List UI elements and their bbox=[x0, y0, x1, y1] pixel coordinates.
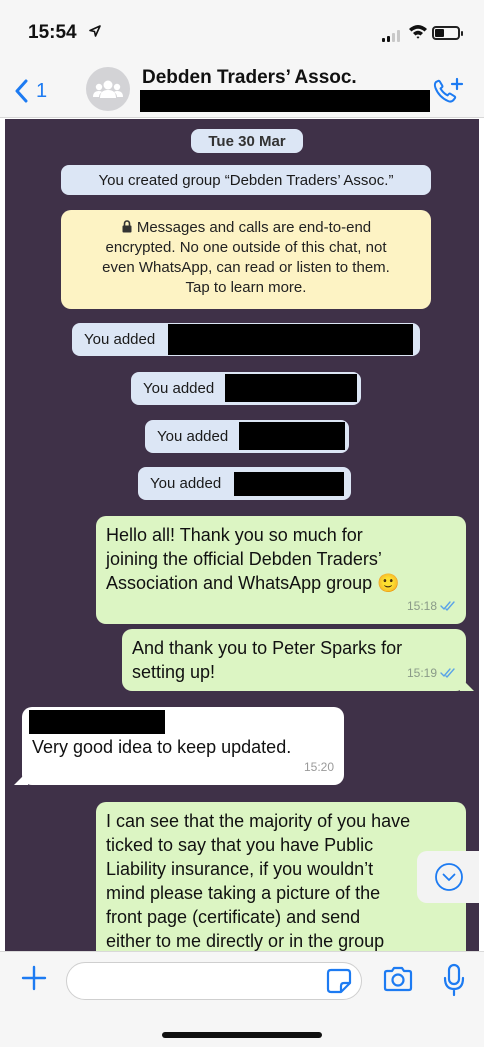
status-time: 15:54 bbox=[28, 22, 77, 43]
group-created-notice: You created group “Debden Traders’ Assoc… bbox=[61, 165, 431, 195]
encryption-learn-more[interactable]: Tap to learn more. bbox=[73, 278, 419, 298]
added-label: You added bbox=[157, 428, 229, 445]
unread-count: 1 bbox=[36, 79, 48, 102]
message-text: I can see that the majority of you have … bbox=[106, 811, 411, 951]
battery-icon bbox=[432, 26, 463, 40]
added-label: You added bbox=[150, 475, 222, 492]
member-added-notice: You added bbox=[145, 420, 349, 453]
outgoing-message[interactable]: And thank you to Peter Sparks for settin… bbox=[122, 629, 474, 691]
back-button[interactable]: 1 bbox=[14, 78, 47, 104]
back-chevron-icon bbox=[15, 79, 28, 103]
double-check-icon bbox=[440, 668, 455, 678]
bubble-tail bbox=[460, 677, 474, 691]
message-input[interactable] bbox=[66, 962, 362, 1000]
bubble-tail bbox=[14, 771, 28, 785]
redacted-name bbox=[225, 374, 357, 402]
message-time: 15:18 bbox=[407, 594, 456, 618]
redacted-name bbox=[239, 422, 345, 450]
lock-icon bbox=[122, 220, 132, 233]
member-added-notice: You added bbox=[131, 372, 361, 405]
member-added-notice: You added bbox=[72, 323, 420, 356]
message-text: Hello all! Thank you so much for joining… bbox=[106, 525, 400, 593]
camera-icon[interactable] bbox=[382, 965, 414, 993]
group-name[interactable]: Debden Traders’ Assoc. bbox=[142, 67, 357, 89]
mic-icon[interactable] bbox=[442, 963, 466, 997]
signal-icon bbox=[382, 30, 404, 42]
member-added-notice: You added bbox=[138, 467, 351, 500]
encryption-line-1: Messages and calls are end-to-end bbox=[73, 218, 419, 238]
message-text: Very good idea to keep updated. bbox=[32, 737, 292, 757]
message-time: 15:19 bbox=[407, 661, 456, 685]
date-separator: Tue 30 Mar bbox=[191, 129, 303, 153]
message-composer bbox=[0, 951, 484, 1047]
redacted-members bbox=[140, 90, 430, 112]
chevron-down-icon bbox=[435, 863, 463, 891]
scroll-to-bottom-button[interactable] bbox=[417, 851, 479, 903]
location-arrow-icon bbox=[89, 25, 101, 37]
added-label: You added bbox=[84, 331, 156, 348]
home-indicator bbox=[162, 1032, 322, 1038]
add-call-icon[interactable] bbox=[430, 76, 466, 106]
added-label: You added bbox=[143, 380, 215, 397]
redacted-name bbox=[168, 324, 413, 355]
incoming-message[interactable]: Very good idea to keep updated. 15:20 bbox=[14, 707, 344, 785]
double-check-icon bbox=[440, 601, 455, 611]
encryption-line-2: encrypted. No one outside of this chat, … bbox=[105, 239, 387, 256]
message-time: 15:20 bbox=[303, 760, 334, 774]
chat-area[interactable]: Tue 30 Mar You created group “Debden Tra… bbox=[5, 119, 479, 951]
status-bar: 15:54 bbox=[0, 0, 484, 62]
sticker-icon[interactable] bbox=[325, 967, 353, 995]
plus-icon[interactable] bbox=[20, 964, 48, 992]
wifi-icon bbox=[409, 25, 427, 39]
message-input-field[interactable] bbox=[81, 963, 321, 999]
chat-header: 1 Debden Traders’ Assoc. bbox=[0, 62, 484, 118]
encryption-notice[interactable]: Messages and calls are end-to-end encryp… bbox=[61, 210, 431, 309]
redacted-name bbox=[234, 472, 344, 496]
encryption-line-3: even WhatsApp, can read or listen to the… bbox=[102, 259, 390, 276]
outgoing-message[interactable]: I can see that the majority of you have … bbox=[96, 802, 466, 951]
group-avatar-icon bbox=[93, 80, 123, 98]
redacted-sender bbox=[29, 710, 165, 734]
outgoing-message[interactable]: Hello all! Thank you so much for joining… bbox=[96, 516, 466, 624]
group-avatar[interactable] bbox=[86, 67, 130, 111]
